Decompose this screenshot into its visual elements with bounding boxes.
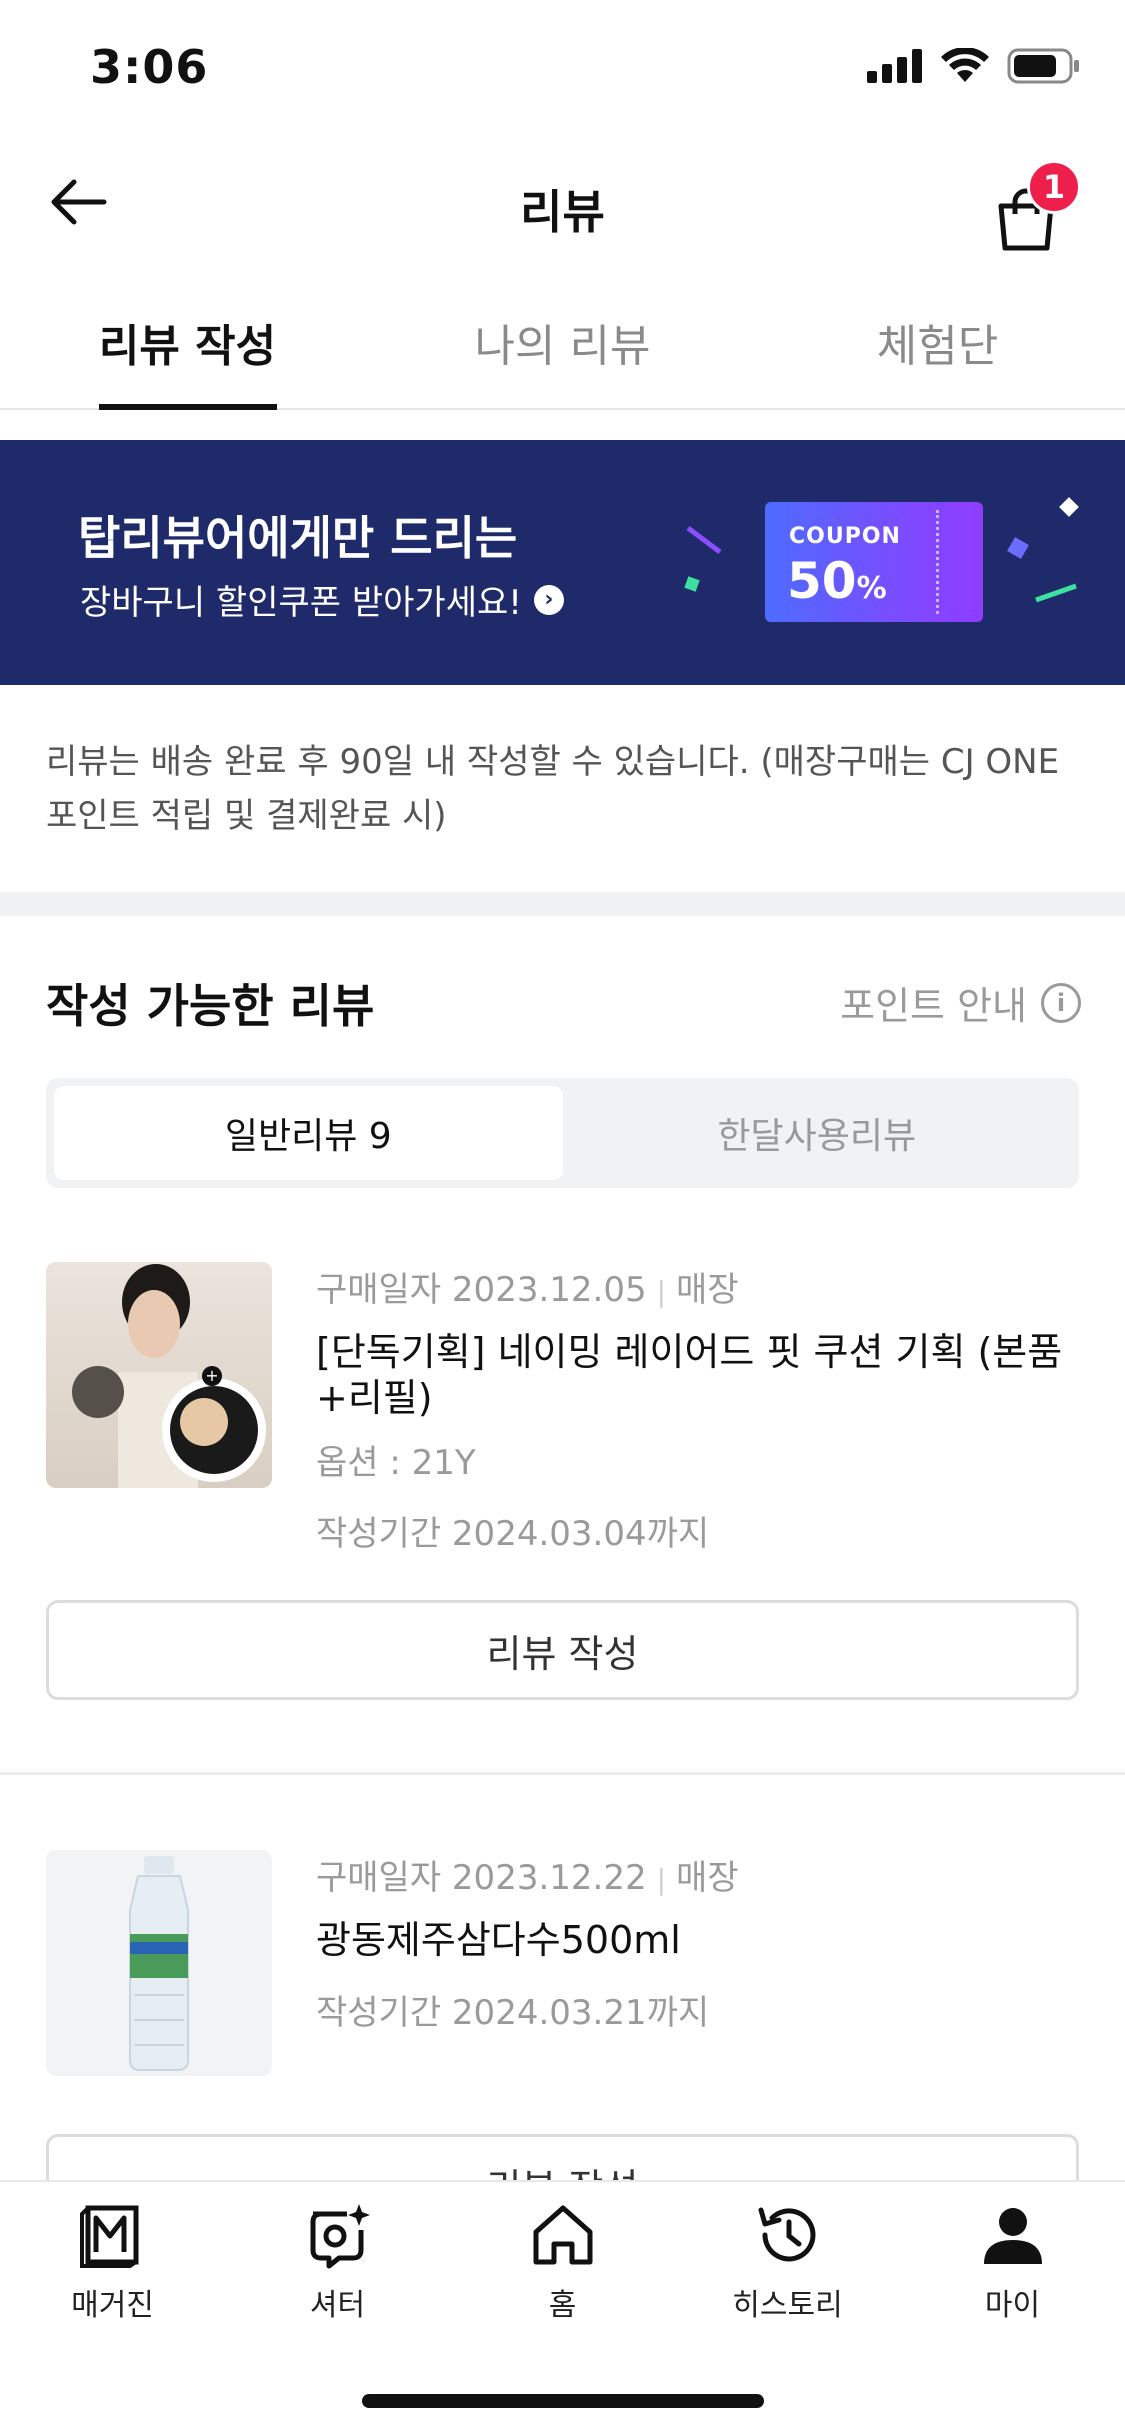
item-meta: 구매일자 2023.12.05 | 매장 [단독기획] 네이밍 레이어드 핏 쿠션 … — [316, 1262, 1076, 1555]
nav-label: 마이 — [984, 2288, 1041, 2323]
product-name[interactable]: 광동제주삼다수500ml — [316, 1917, 1076, 1963]
status-icons — [867, 48, 1081, 84]
nav-label: 히스토리 — [732, 2288, 843, 2323]
review-item: + 구매일자 2023.12.05 | 매장 [단독기획] 네이밍 레이어드 핏 쿠… — [46, 1262, 1079, 1554]
coupon-graphic: COUPON 50% — [765, 502, 983, 622]
battery-icon — [1007, 48, 1079, 84]
coupon-perforation — [936, 510, 939, 614]
water-bottle-image — [129, 1856, 189, 2071]
review-tabs: 리뷰 작성 나의 리뷰 체험단 — [0, 290, 1125, 410]
signal-icon — [867, 49, 922, 83]
product-thumbnail: + — [46, 1262, 272, 1488]
purchase-info: 구매일자 2023.12.22 | 매장 — [316, 1858, 739, 1898]
cart-count-badge: 1 — [1027, 160, 1081, 214]
section-title: 작성 가능한 리뷰 — [46, 979, 375, 1033]
review-notice: 리뷰는 배송 완료 후 90일 내 작성할 수 있습니다. (매장구매는 CJ … — [46, 742, 1060, 836]
history-icon — [758, 2207, 815, 2262]
tab-my-reviews[interactable]: 나의 리뷰 — [375, 290, 750, 408]
nav-history[interactable]: 히스토리 — [675, 2200, 900, 2324]
review-deadline: 작성기간 2024.03.21까지 — [316, 1993, 710, 2033]
point-guide-label: 포인트 안내 — [840, 984, 1027, 1028]
status-bar: 3:06 — [0, 0, 1125, 135]
info-icon: i — [1041, 982, 1081, 1023]
header: 리뷰 1 — [0, 140, 1125, 270]
nav-magazine[interactable]: 매거진 — [0, 2200, 225, 2324]
tab-experience-group[interactable]: 체험단 — [750, 290, 1125, 408]
item-meta: 구매일자 2023.12.22 | 매장 광동제주삼다수500ml 작성기간 202… — [316, 1850, 1076, 2034]
coupon-label: COUPON — [789, 524, 901, 549]
page-title: 리뷰 — [520, 185, 605, 239]
coupon-banner[interactable]: 탑리뷰어에게만 드리는 장바구니 할인쿠폰 받아가세요! › COUPON 50… — [0, 440, 1125, 685]
nav-label: 매거진 — [71, 2288, 154, 2323]
product-thumbnail — [46, 1850, 272, 2076]
item-divider — [0, 1772, 1125, 1775]
product-name[interactable]: [단독기획] 네이밍 레이어드 핏 쿠션 기획 (본품+리필) — [316, 1329, 1076, 1421]
nav-label: 셔터 — [309, 2288, 366, 2323]
wifi-icon — [941, 48, 989, 82]
write-review-button[interactable]: 리뷰 작성 — [46, 1600, 1079, 1700]
cushion-product-image: + — [72, 1264, 266, 1488]
review-type-segment: 일반리뷰 9 한달사용리뷰 — [46, 1078, 1079, 1188]
purchase-info: 구매일자 2023.12.05 | 매장 — [316, 1270, 739, 1310]
tab-write-review[interactable]: 리뷰 작성 — [0, 290, 375, 408]
nav-shutter[interactable]: 셔터 — [225, 2200, 450, 2324]
section-divider — [0, 892, 1125, 916]
home-icon — [533, 2205, 592, 2265]
review-deadline: 작성기간 2024.03.04까지 — [316, 1514, 710, 1554]
review-item: 구매일자 2023.12.22 | 매장 광동제주삼다수500ml 작성기간 202… — [46, 1850, 1079, 2080]
nav-home[interactable]: 홈 — [450, 2200, 675, 2324]
segment-monthly-review[interactable]: 한달사용리뷰 — [563, 1086, 1072, 1180]
product-option: 옵션 : 21Y — [316, 1443, 476, 1483]
segment-general-review[interactable]: 일반리뷰 9 — [54, 1086, 563, 1180]
status-time: 3:06 — [90, 40, 209, 94]
svg-text:+: + — [205, 1366, 218, 1385]
cart-button[interactable]: 1 — [991, 160, 1081, 251]
nav-label: 홈 — [548, 2288, 577, 2323]
bottom-navigation: 매거진 셔터 홈 히스토리 마이 — [0, 2180, 1125, 2436]
point-guide-link[interactable]: 포인트 안내 i — [840, 975, 1081, 1030]
coupon-value: 50% — [787, 552, 887, 610]
person-icon — [983, 2208, 1042, 2264]
nav-my[interactable]: 마이 — [900, 2200, 1125, 2324]
magazine-icon — [79, 2205, 138, 2268]
shutter-icon — [310, 2204, 370, 2269]
home-indicator — [362, 2394, 764, 2408]
